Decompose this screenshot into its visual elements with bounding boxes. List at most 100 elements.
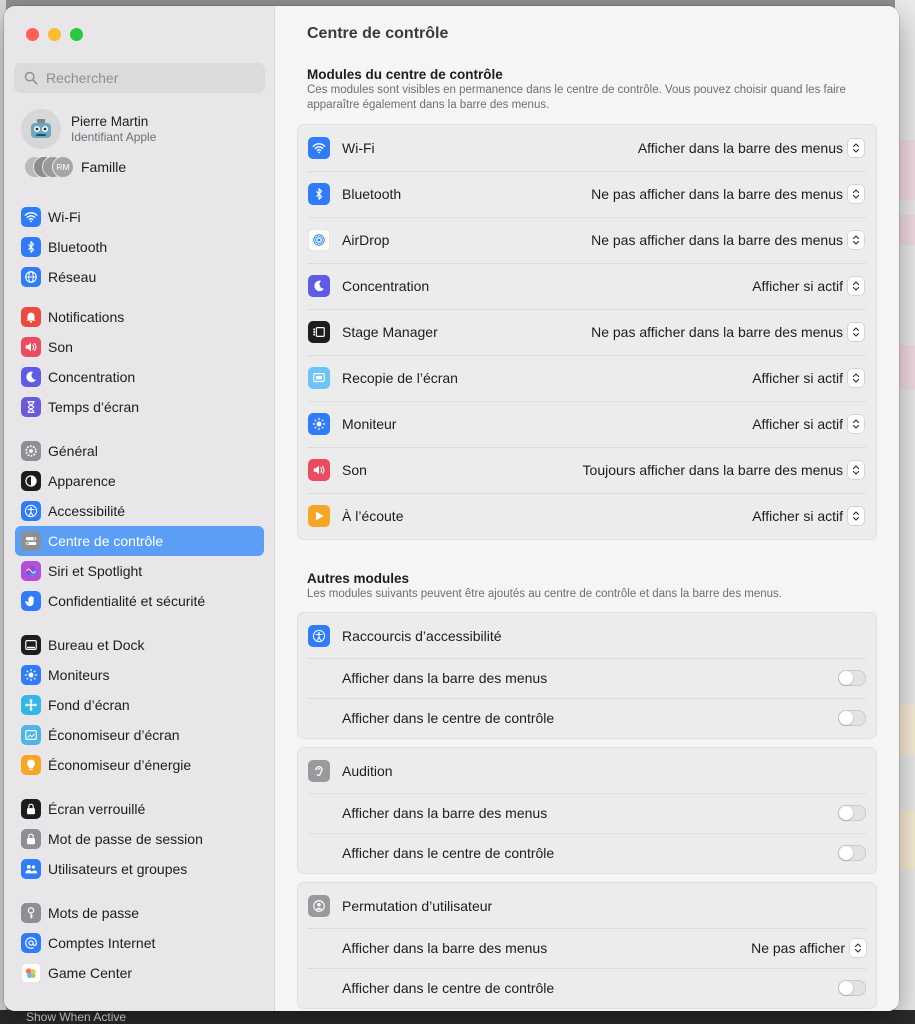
other-module-header: Audition: [298, 748, 876, 793]
toggle-switch[interactable]: [838, 980, 866, 996]
toggle-switch[interactable]: [838, 845, 866, 861]
module-visibility-select[interactable]: Afficher dans la barre des menus: [638, 139, 864, 157]
family-item[interactable]: RM Famille: [24, 156, 126, 178]
sidebar-item-label: Wi-Fi: [48, 209, 81, 225]
module-visibility-select[interactable]: Ne pas afficher dans la barre des menus: [591, 323, 864, 341]
sidebar-item-label: Moniteurs: [48, 667, 110, 683]
sidebar-item-control-center[interactable]: Centre de contrôle: [15, 526, 264, 556]
module-label: Son: [342, 462, 367, 478]
visibility-select[interactable]: Ne pas afficher: [751, 939, 866, 957]
sidebar-item-accessibility[interactable]: Accessibilité: [15, 496, 264, 526]
sidebar-item-hand[interactable]: Confidentialité et sécurité: [15, 586, 264, 616]
sidebar-item-label: Bureau et Dock: [48, 637, 145, 653]
sidebar-item-lock-screen[interactable]: Écran verrouillé: [15, 794, 264, 824]
module-row-wifi: Wi-Fi Afficher dans la barre des menus: [298, 125, 876, 171]
key-icon: [21, 903, 41, 923]
visibility-value: Ne pas afficher: [751, 940, 845, 956]
sidebar-item-label: Réseau: [48, 269, 97, 285]
dock-icon: [21, 635, 41, 655]
globe-icon: [21, 267, 41, 287]
sidebar-item-speaker[interactable]: Son: [15, 332, 264, 362]
desktop-bottom-bar: Show When Active: [0, 1010, 915, 1024]
minimize-button[interactable]: [48, 28, 61, 41]
settings-window: Rechercher Pierre Martin Identifiant App…: [4, 6, 899, 1011]
module-visibility-select[interactable]: Ne pas afficher dans la barre des menus: [591, 231, 864, 249]
module-label: Recopie de l’écran: [342, 370, 458, 386]
wallpaper-icon: [21, 695, 41, 715]
module-visibility-select[interactable]: Afficher si actif: [752, 507, 864, 525]
zoom-button[interactable]: [70, 28, 83, 41]
sidebar-group: Bureau et Dock Moniteurs Fond d’écran Éc…: [15, 630, 264, 780]
show-when-active-label[interactable]: Show When Active: [26, 1010, 126, 1024]
other-section-title: Autres modules: [307, 571, 410, 586]
wifi-icon: [21, 207, 41, 227]
option-label: Afficher dans la barre des menus: [342, 940, 548, 956]
sidebar-item-at[interactable]: Comptes Internet: [15, 928, 264, 958]
chevron-up-down-icon: [848, 415, 864, 433]
sidebar-item-bell[interactable]: Notifications: [15, 302, 264, 332]
sidebar-item-sun[interactable]: Moniteurs: [15, 660, 264, 690]
gear-icon: [21, 441, 41, 461]
toggle-switch[interactable]: [838, 670, 866, 686]
module-visibility-value: Ne pas afficher dans la barre des menus: [591, 186, 843, 202]
sidebar-item-label: Bluetooth: [48, 239, 108, 255]
module-visibility-select[interactable]: Afficher si actif: [752, 277, 864, 295]
module-visibility-select[interactable]: Ne pas afficher dans la barre des menus: [591, 185, 864, 203]
sidebar-group: Notifications Son Concentration Temps d’…: [15, 302, 264, 422]
module-row-stage-manager: Stage Manager Ne pas afficher dans la ba…: [298, 309, 876, 355]
sidebar-item-label: Économiseur d’écran: [48, 727, 180, 743]
module-label: Moniteur: [342, 416, 397, 432]
sidebar-item-dock[interactable]: Bureau et Dock: [15, 630, 264, 660]
sidebar-item-label: Économiseur d’énergie: [48, 757, 192, 773]
screensaver-icon: [21, 725, 41, 745]
sidebar-item-wifi[interactable]: Wi-Fi: [15, 202, 264, 232]
chevron-up-down-icon: [850, 939, 866, 957]
sidebar-item-label: Game Center: [48, 965, 133, 981]
apple-account[interactable]: Pierre Martin Identifiant Apple: [21, 109, 156, 149]
module-row-screen-mirroring: Recopie de l’écran Afficher si actif: [298, 355, 876, 401]
module-visibility-select[interactable]: Afficher si actif: [752, 369, 864, 387]
module-visibility-value: Afficher si actif: [752, 278, 843, 294]
sidebar-item-label: Concentration: [48, 369, 136, 385]
sidebar-item-users[interactable]: Utilisateurs et groupes: [15, 854, 264, 884]
sidebar-item-label: Fond d’écran: [48, 697, 130, 713]
sidebar-item-siri[interactable]: Siri et Spotlight: [15, 556, 264, 586]
module-label: À l’écoute: [342, 508, 404, 524]
other-module-header: Raccourcis d’accessibilité: [298, 613, 876, 658]
sidebar-item-bulb[interactable]: Économiseur d’énergie: [15, 750, 264, 780]
sidebar-item-lock[interactable]: Mot de passe de session: [15, 824, 264, 854]
sidebar-item-screensaver[interactable]: Économiseur d’écran: [15, 720, 264, 750]
appearance-icon: [21, 471, 41, 491]
other-module-header: Permutation d’utilisateur: [298, 883, 876, 928]
module-visibility-select[interactable]: Afficher si actif: [752, 415, 864, 433]
toggle-switch[interactable]: [838, 805, 866, 821]
sidebar-item-gear[interactable]: Général: [15, 436, 264, 466]
sidebar-item-wallpaper[interactable]: Fond d’écran: [15, 690, 264, 720]
option-label: Afficher dans le centre de contrôle: [342, 845, 555, 861]
stage-manager-icon: [308, 321, 330, 343]
control-center-icon: [21, 531, 41, 551]
sidebar-item-hourglass[interactable]: Temps d’écran: [15, 392, 264, 422]
sidebar-item-globe[interactable]: Réseau: [15, 262, 264, 292]
sidebar-item-game-center[interactable]: Game Center: [15, 958, 264, 988]
sidebar-item-key[interactable]: Mots de passe: [15, 898, 264, 928]
sun-icon: [308, 413, 330, 435]
sidebar-item-appearance[interactable]: Apparence: [15, 466, 264, 496]
sidebar-item-label: Confidentialité et sécurité: [48, 593, 206, 609]
toggle-switch[interactable]: [838, 710, 866, 726]
module-visibility-value: Afficher si actif: [752, 370, 843, 386]
other-module-user-switch: Permutation d’utilisateur Afficher dans …: [297, 882, 877, 1009]
module-visibility-select[interactable]: Toujours afficher dans la barre des menu…: [583, 461, 864, 479]
sidebar-group: Écran verrouillé Mot de passe de session…: [15, 794, 264, 884]
close-button[interactable]: [26, 28, 39, 41]
sidebar-item-label: Utilisateurs et groupes: [48, 861, 188, 877]
module-visibility-value: Afficher si actif: [752, 416, 843, 432]
modules-group: Wi-Fi Afficher dans la barre des menus B…: [297, 124, 877, 540]
bluetooth-icon: [21, 237, 41, 257]
search-input[interactable]: Rechercher: [14, 63, 265, 93]
users-icon: [21, 859, 41, 879]
chevron-up-down-icon: [848, 185, 864, 203]
sidebar-item-moon[interactable]: Concentration: [15, 362, 264, 392]
sidebar-item-bluetooth[interactable]: Bluetooth: [15, 232, 264, 262]
module-label: Bluetooth: [342, 186, 402, 202]
